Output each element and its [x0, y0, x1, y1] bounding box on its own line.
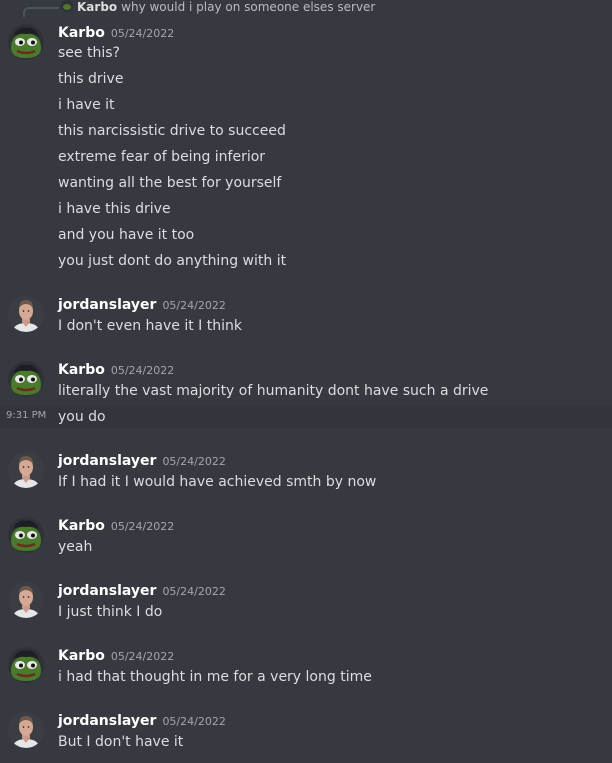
timestamp: 05/24/2022	[162, 715, 226, 728]
reply-spine	[23, 7, 59, 17]
author-name[interactable]: jordanslayer	[58, 297, 156, 313]
message-header: jordanslayer 05/24/2022	[58, 294, 226, 314]
message-header: Karbo 05/24/2022	[58, 645, 174, 665]
message-header: jordanslayer 05/24/2022	[58, 710, 226, 730]
message-text: this narcissistic drive to succeed	[58, 123, 286, 139]
frog-avatar-icon[interactable]	[8, 24, 44, 60]
reply-preview[interactable]: Karbo why would i play on someone elses s…	[58, 0, 375, 15]
person-avatar-icon[interactable]	[8, 582, 44, 618]
message-text: I just think I do	[58, 604, 163, 620]
message-text: i have it	[58, 97, 115, 113]
message-text: and you have it too	[58, 227, 195, 243]
message-text: I don't even have it I think	[58, 318, 242, 334]
message-text: wanting all the best for yourself	[58, 175, 282, 191]
message-text: yeah	[58, 539, 93, 555]
message-text: extreme fear of being inferior	[58, 149, 266, 165]
message-text: i have this drive	[58, 201, 171, 217]
author-name[interactable]: Karbo	[58, 518, 105, 534]
person-avatar-icon[interactable]	[8, 452, 44, 488]
frog-avatar-icon[interactable]	[8, 517, 44, 553]
timestamp: 05/24/2022	[110, 650, 175, 663]
message-text: If I had it I would have achieved smth b…	[58, 474, 377, 490]
timestamp: 05/24/2022	[162, 455, 226, 468]
message-text: see this?	[58, 45, 120, 61]
reply-avatar	[61, 0, 73, 12]
timestamp: 05/24/2022	[110, 364, 175, 377]
message-text: literally the vast majority of humanity …	[58, 383, 489, 399]
message-header: Karbo 05/24/2022	[58, 22, 174, 42]
author-name[interactable]: Karbo	[58, 648, 105, 664]
author-name[interactable]: Karbo	[58, 25, 105, 41]
reply-author[interactable]: Karbo	[77, 0, 117, 14]
author-name[interactable]: jordanslayer	[58, 583, 156, 599]
person-avatar-icon[interactable]	[8, 296, 44, 332]
frog-avatar-icon[interactable]	[8, 361, 44, 397]
author-name[interactable]: Karbo	[58, 362, 105, 378]
message-text: this drive	[58, 71, 124, 87]
message-header: Karbo 05/24/2022	[58, 359, 174, 379]
timestamp: 05/24/2022	[162, 585, 226, 598]
timestamp: 05/24/2022	[162, 299, 226, 312]
message-text: you just dont do anything with it	[58, 253, 287, 269]
author-name[interactable]: jordanslayer	[58, 713, 156, 729]
message-text: But I don't have it	[58, 734, 184, 750]
message-text: you do	[58, 409, 106, 425]
person-avatar-icon[interactable]	[8, 712, 44, 748]
timestamp: 05/24/2022	[110, 27, 175, 40]
reply-text: why would i play on someone elses server	[121, 0, 376, 14]
message-header: jordanslayer 05/24/2022	[58, 580, 226, 600]
message-header: Karbo 05/24/2022	[58, 515, 174, 535]
hover-timestamp: 9:31 PM	[6, 410, 47, 421]
timestamp: 05/24/2022	[110, 520, 175, 533]
message-header: jordanslayer 05/24/2022	[58, 450, 226, 470]
author-name[interactable]: jordanslayer	[58, 453, 156, 469]
message-text: i had that thought in me for a very long…	[58, 669, 372, 685]
frog-avatar-icon[interactable]	[8, 647, 44, 683]
